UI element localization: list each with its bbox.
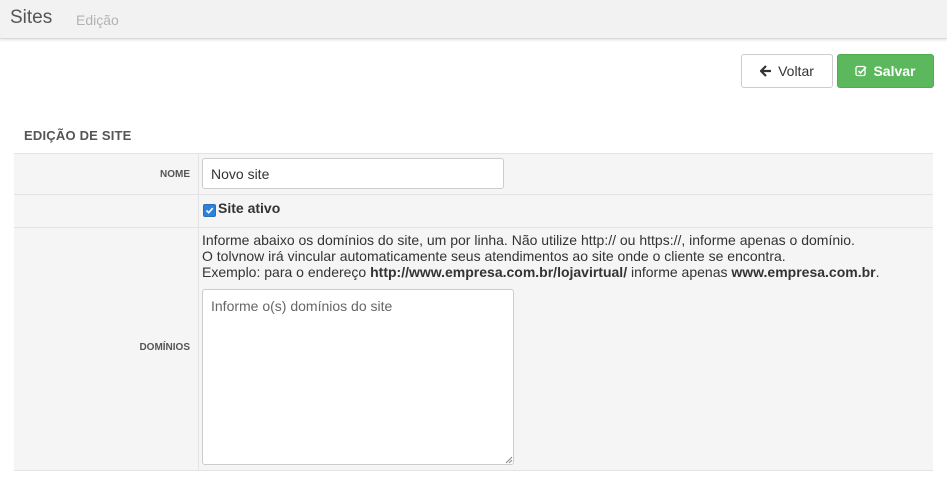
site-form: NOME DOMÍNIOS Site ativo Informe abaixo …: [14, 153, 933, 471]
save-button-label: Salvar: [873, 63, 916, 79]
help-line-2: O tolvnow irá vincular automaticamente s…: [202, 248, 786, 264]
site-ativo-checkbox[interactable]: [203, 204, 216, 217]
page-subtitle: Edição: [76, 12, 119, 28]
page-title: Sites: [10, 7, 53, 28]
check-square-icon: [855, 65, 868, 77]
nome-input[interactable]: [202, 158, 504, 189]
dominios-textarea[interactable]: [202, 289, 514, 465]
dominios-label: DOMÍNIOS: [139, 342, 190, 353]
back-button-label: Voltar: [778, 63, 814, 79]
resize-grip-icon[interactable]: [505, 456, 513, 464]
back-button[interactable]: Voltar: [741, 54, 833, 88]
top-bar: Sites Edição: [0, 0, 947, 39]
save-button[interactable]: Salvar: [837, 54, 934, 88]
help-line-1: Informe abaixo os domínios do site, um p…: [202, 232, 855, 248]
form-row-ativo: [14, 195, 933, 228]
nome-label: NOME: [160, 169, 190, 180]
help-line-3: Exemplo: para o endereço http://www.empr…: [202, 264, 880, 280]
dominios-help-text: Informe abaixo os domínios do site, um p…: [202, 232, 879, 280]
arrow-left-icon: [760, 65, 772, 77]
checkmark-icon: [205, 207, 214, 214]
example-domain: www.empresa.com.br: [731, 264, 876, 280]
example-url: http://www.empresa.com.br/lojavirtual/: [370, 264, 628, 280]
site-ativo-label[interactable]: Site ativo: [218, 200, 280, 216]
section-title: EDIÇÃO DE SITE: [24, 128, 132, 143]
